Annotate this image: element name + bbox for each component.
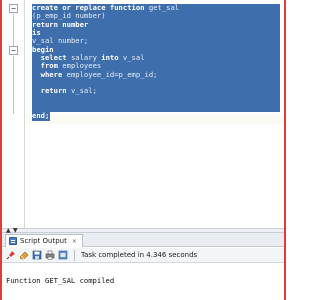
open-icon[interactable] <box>58 250 68 260</box>
eraser-icon[interactable] <box>19 250 29 260</box>
code-line: v_sal number; <box>32 37 280 46</box>
fold-toggle-icon[interactable]: − <box>9 46 18 55</box>
window-frame: − − create or replace function get_sal (… <box>0 0 286 300</box>
tab-label: Script Output <box>20 236 67 245</box>
sql-editor[interactable]: − − create or replace function get_sal (… <box>2 0 284 228</box>
output-toolbar: Task completed in 4.346 seconds <box>2 248 284 263</box>
code-area[interactable]: create or replace function get_sal (p_em… <box>32 3 280 121</box>
code-line: where employee_id=p_emp_id; <box>32 70 280 80</box>
tab-script-output[interactable]: Script Output × <box>5 234 83 247</box>
code-line: end; <box>32 111 51 121</box>
close-tab-icon[interactable]: × <box>72 235 77 248</box>
print-icon[interactable] <box>45 250 55 260</box>
pin-icon[interactable] <box>6 250 16 260</box>
output-tabbar: Script Output × <box>2 233 284 247</box>
fold-toggle-icon[interactable]: − <box>9 4 18 13</box>
status-message: Task completed in 4.346 seconds <box>81 250 198 259</box>
toolbar-separator <box>74 249 75 261</box>
output-text: Function GET_SAL compiled <box>6 276 115 285</box>
code-line <box>32 104 280 113</box>
script-output-area[interactable]: Function GET_SAL compiled <box>2 264 284 300</box>
code-line: return number <box>32 20 280 30</box>
script-output-icon <box>9 237 17 245</box>
fold-guide <box>13 56 14 114</box>
code-line: return v_sal; <box>32 87 280 96</box>
save-icon[interactable] <box>32 250 42 260</box>
code-line <box>32 95 280 105</box>
editor-gutter: − − <box>2 0 25 228</box>
